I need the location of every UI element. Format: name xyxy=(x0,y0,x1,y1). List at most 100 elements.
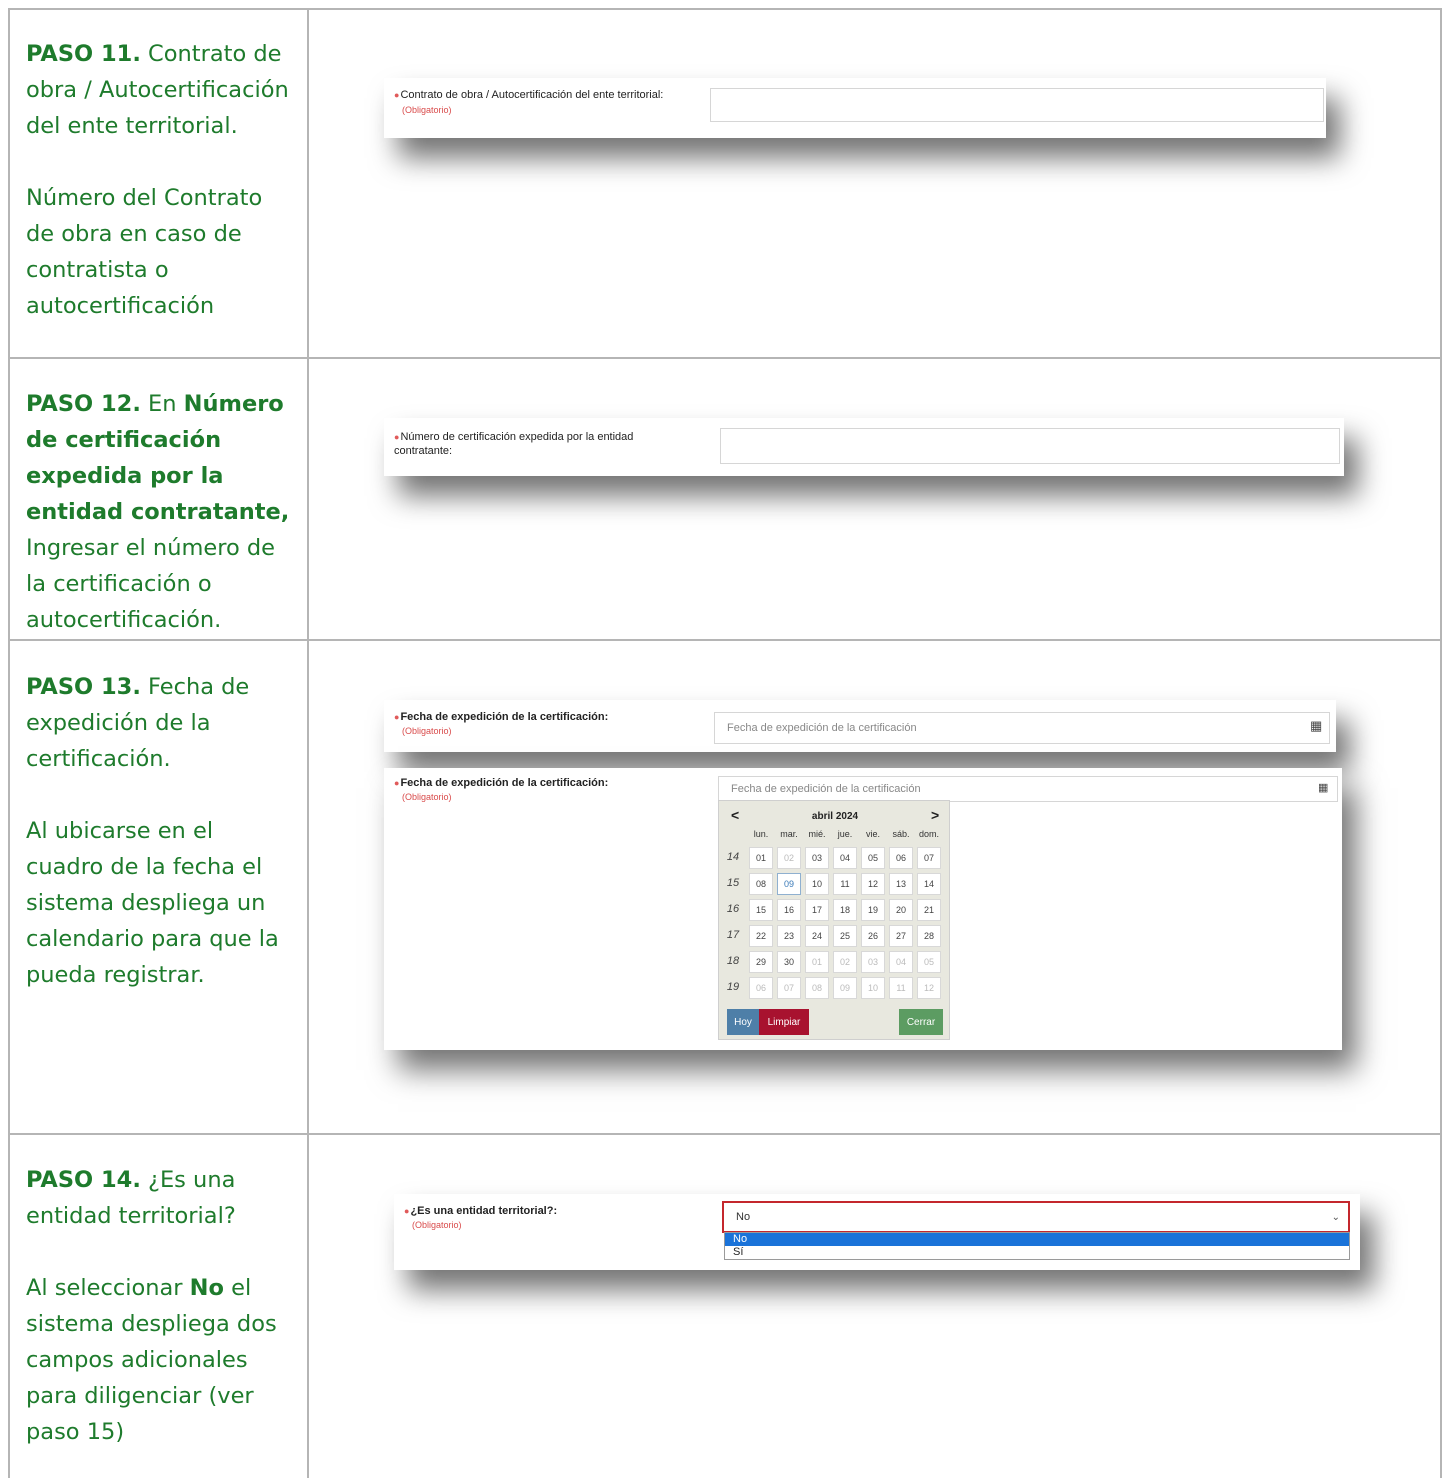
option-no[interactable]: No xyxy=(725,1233,1349,1246)
today-button[interactable]: Hoy xyxy=(727,1009,759,1035)
calendar-day[interactable]: 12 xyxy=(861,873,885,895)
row-divider-12-13 xyxy=(8,639,1442,641)
certification-number-label: ●Número de certificación expedida por la… xyxy=(394,431,634,457)
clear-button[interactable]: Limpiar xyxy=(759,1009,809,1035)
calendar-day[interactable]: 05 xyxy=(861,847,885,869)
calendar-day[interactable]: 24 xyxy=(805,925,829,947)
weekday-header: jue. xyxy=(837,829,853,839)
week-number: 14 xyxy=(726,851,740,863)
step-13-text-b: Al ubicarse en el cuadro de la fecha el … xyxy=(26,818,279,988)
calendar-day[interactable]: 28 xyxy=(917,925,941,947)
step-11-screenshot: ●Contrato de obra / Autocertificación de… xyxy=(384,78,1326,138)
calendar-day[interactable]: 04 xyxy=(889,951,913,973)
calendar-day[interactable]: 02 xyxy=(777,847,801,869)
territorial-entity-required-note: (Obligatorio) xyxy=(412,1220,462,1230)
calendar-day[interactable]: 01 xyxy=(805,951,829,973)
contract-field-label: ●Contrato de obra / Autocertificación de… xyxy=(394,89,664,101)
week-number: 15 xyxy=(726,877,740,889)
calendar-day[interactable]: 29 xyxy=(749,951,773,973)
calendar-day[interactable]: 14 xyxy=(917,873,941,895)
close-button[interactable]: Cerrar xyxy=(899,1009,943,1035)
calendar-day[interactable]: 11 xyxy=(889,977,913,999)
contract-input[interactable] xyxy=(710,88,1324,122)
calendar-day[interactable]: 16 xyxy=(777,899,801,921)
calendar-day[interactable]: 18 xyxy=(833,899,857,921)
step-14-text-bold: No xyxy=(189,1275,224,1301)
calendar-day[interactable]: 07 xyxy=(917,847,941,869)
calendar-day[interactable]: 10 xyxy=(861,977,885,999)
calendar-day[interactable]: 06 xyxy=(889,847,913,869)
calendar-day[interactable]: 21 xyxy=(917,899,941,921)
calendar-day[interactable]: 09 xyxy=(833,977,857,999)
weekday-header: dom. xyxy=(918,829,939,839)
calendar-day[interactable]: 03 xyxy=(861,951,885,973)
calendar-day[interactable]: 26 xyxy=(861,925,885,947)
step-14-heading: PASO 14. xyxy=(26,1167,141,1193)
territorial-entity-label: ●¿Es una entidad territorial?: xyxy=(404,1205,558,1217)
step-13-heading: PASO 13. xyxy=(26,674,141,700)
table-column-divider xyxy=(307,8,309,1478)
calendar-day[interactable]: 20 xyxy=(889,899,913,921)
option-si[interactable]: Sí xyxy=(725,1246,1349,1259)
step-14-screenshot: ●¿Es una entidad territorial?: (Obligato… xyxy=(394,1194,1360,1270)
step-13-screenshot-a: ●Fecha de expedición de la certificación… xyxy=(384,700,1336,752)
calendar-day[interactable]: 11 xyxy=(833,873,857,895)
step-12-screenshot: ●Número de certificación expedida por la… xyxy=(384,418,1344,476)
territorial-entity-options: No Sí xyxy=(724,1232,1350,1260)
weekday-header: vie. xyxy=(865,829,880,839)
calendar-day[interactable]: 23 xyxy=(777,925,801,947)
calendar-day[interactable]: 22 xyxy=(749,925,773,947)
step-14-description: PASO 14. ¿Es una entidad territorial? Al… xyxy=(26,1162,291,1450)
certification-number-input[interactable] xyxy=(720,428,1340,464)
calendar-day[interactable]: 13 xyxy=(889,873,913,895)
calendar-day[interactable]: 15 xyxy=(749,899,773,921)
table-border-right xyxy=(1440,8,1442,1478)
calendar-day[interactable]: 25 xyxy=(833,925,857,947)
calendar-day[interactable]: 17 xyxy=(805,899,829,921)
calendar-day[interactable]: 09 xyxy=(777,873,801,895)
step-14-text-b1: Al seleccionar xyxy=(26,1275,190,1301)
weekday-header: mié. xyxy=(808,829,826,839)
calendar-day[interactable]: 10 xyxy=(805,873,829,895)
issue-date-input-open[interactable]: Fecha de expedición de la certificación xyxy=(718,776,1338,802)
table-border-left xyxy=(8,8,10,1478)
chevron-down-icon: ⌄ xyxy=(1331,1212,1340,1223)
calendar-day[interactable]: 08 xyxy=(749,873,773,895)
row-divider-13-14 xyxy=(8,1133,1442,1135)
calendar-day[interactable]: 19 xyxy=(861,899,885,921)
calendar-icon[interactable]: ▦ xyxy=(1310,718,1322,734)
calendar-day[interactable]: 02 xyxy=(833,951,857,973)
issue-date-input[interactable]: Fecha de expedición de la certificación xyxy=(714,712,1330,744)
week-number: 17 xyxy=(726,929,740,941)
datepicker-header: < abril 2024 > xyxy=(719,807,951,827)
datepicker-popup: < abril 2024 > lun. mar. mié. jue. vie. sáb. d… xyxy=(718,800,950,1040)
calendar-day[interactable]: 07 xyxy=(777,977,801,999)
week-number: 16 xyxy=(726,903,740,915)
contract-required-note: (Obligatorio) xyxy=(402,105,452,115)
calendar-day[interactable]: 05 xyxy=(917,951,941,973)
step-12-text-rest: Ingresar el número de la certificación o… xyxy=(26,535,276,633)
next-month-button[interactable]: > xyxy=(931,807,939,823)
territorial-entity-select[interactable]: No ⌄ xyxy=(722,1201,1350,1233)
calendar-day[interactable]: 27 xyxy=(889,925,913,947)
issue-date-label-2: ●Fecha de expedición de la certificación… xyxy=(394,777,609,789)
calendar-day[interactable]: 01 xyxy=(749,847,773,869)
calendar-day[interactable]: 04 xyxy=(833,847,857,869)
calendar-day[interactable]: 30 xyxy=(777,951,801,973)
step-11-heading: PASO 11. xyxy=(26,41,141,67)
week-number: 18 xyxy=(726,955,740,967)
step-13-description: PASO 13. Fecha de expedición de la certi… xyxy=(26,669,291,993)
calendar-icon-2[interactable]: ▦ xyxy=(1318,781,1328,794)
datepicker-month: abril 2024 xyxy=(811,811,859,822)
calendar-day[interactable]: 08 xyxy=(805,977,829,999)
calendar-day[interactable]: 03 xyxy=(805,847,829,869)
calendar-day[interactable]: 12 xyxy=(917,977,941,999)
calendar-day[interactable]: 06 xyxy=(749,977,773,999)
territorial-entity-selected: No xyxy=(736,1211,751,1223)
step-11-description: PASO 11. Contrato de obra / Autocertific… xyxy=(26,36,291,324)
step-12-description: PASO 12. En Número de certificación expe… xyxy=(26,386,291,638)
weekday-header: sáb. xyxy=(892,829,910,839)
step-12-heading: PASO 12. xyxy=(26,391,141,417)
issue-date-label: ●Fecha de expedición de la certificación… xyxy=(394,711,609,723)
week-number: 19 xyxy=(726,981,740,993)
